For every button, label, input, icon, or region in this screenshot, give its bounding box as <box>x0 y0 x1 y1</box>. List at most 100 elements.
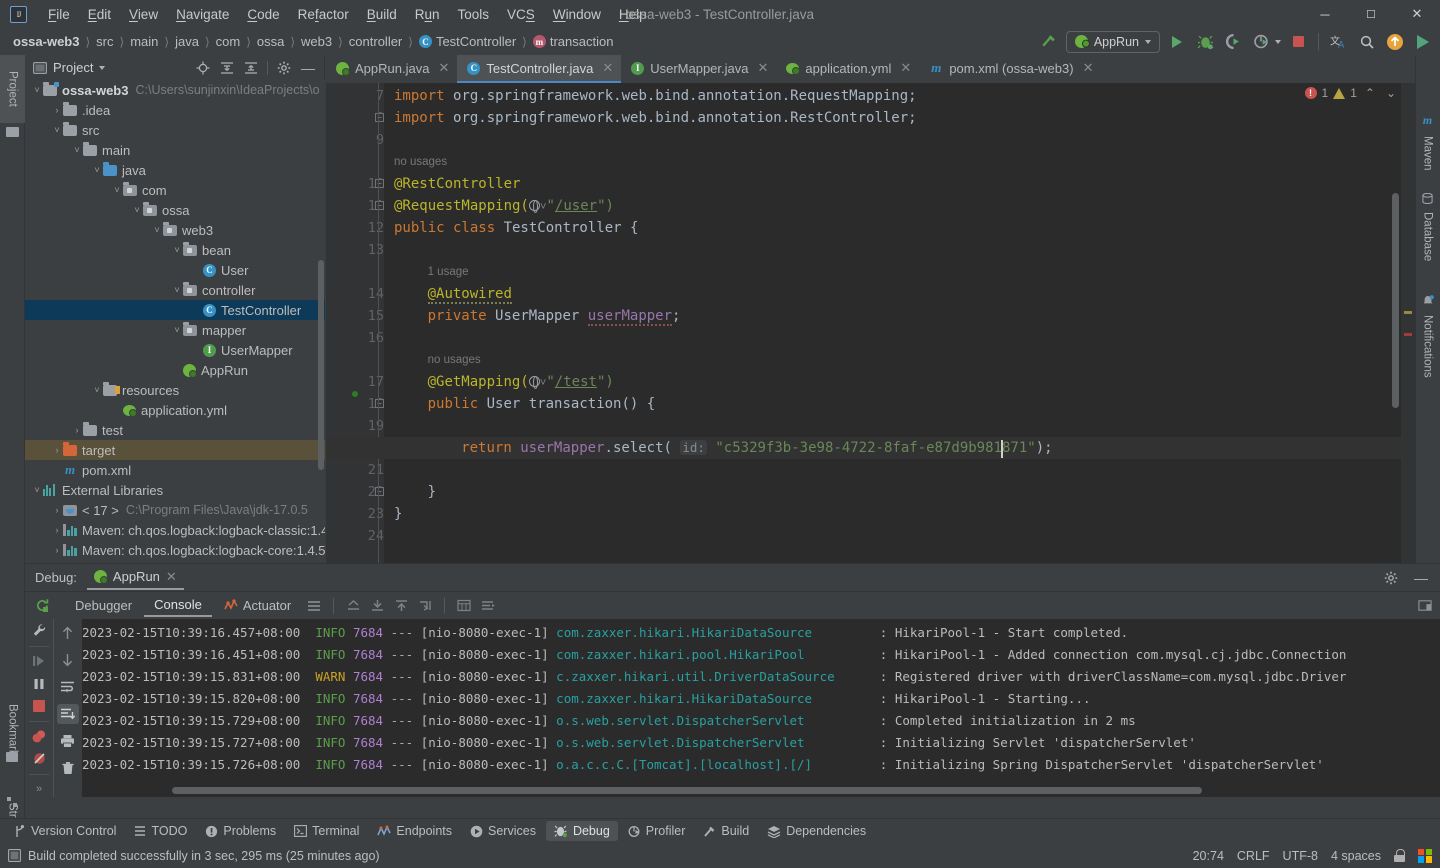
tool-window-version-control[interactable]: Version Control <box>6 821 124 841</box>
close-tab-icon[interactable]: ✕ <box>758 60 769 76</box>
inlay-usage-hint[interactable]: 1 usage <box>428 261 469 283</box>
table-icon[interactable] <box>453 595 475 617</box>
tree-expand-arrow[interactable]: ˅ <box>171 245 183 255</box>
debug-session-tab[interactable]: AppRun ✕ <box>87 566 184 590</box>
up-arrow-icon[interactable] <box>57 623 79 643</box>
more-icon[interactable]: » <box>28 782 50 798</box>
inspection-widget[interactable]: ! 1 1 ⌃ ⌄ <box>1305 86 1400 100</box>
tree-node-resources[interactable]: ˅resources <box>25 380 325 400</box>
tree-expand-arrow[interactable]: › <box>51 105 63 115</box>
tool-window-problems[interactable]: Problems <box>197 821 284 841</box>
breakpoints-icon[interactable] <box>28 729 50 745</box>
warning-marker[interactable] <box>1404 311 1412 314</box>
gear-icon[interactable] <box>273 57 295 79</box>
code-line[interactable]: import org.springframework.web.bind.anno… <box>394 85 917 107</box>
main-toolbar[interactable]: AppRun 文A <box>1038 28 1434 55</box>
url-mapping-link[interactable]: /user <box>555 198 597 214</box>
project-view-chevron-icon[interactable] <box>99 66 105 70</box>
code-editor[interactable]: 78−910−11−12131415161718−19202122−2324 i… <box>326 83 1415 563</box>
console-actions-column[interactable] <box>53 619 81 797</box>
editor-tab-bar[interactable]: AppRun.java ✕ C TestController.java ✕ I … <box>326 55 1415 83</box>
editor-tab-pomxml[interactable]: m pom.xml (ossa-web3) ✕ <box>919 55 1101 83</box>
code-line[interactable]: public User transaction() { <box>428 393 656 415</box>
stop-button[interactable] <box>1287 31 1309 53</box>
update-icon[interactable] <box>1384 31 1406 53</box>
down-arrow-icon[interactable] <box>57 650 79 670</box>
breadcrumb-item-src[interactable]: src <box>93 33 116 50</box>
tool-window-terminal[interactable]: Terminal <box>286 821 367 841</box>
tree-expand-arrow[interactable]: ˅ <box>91 165 103 175</box>
hide-panel-icon[interactable]: — <box>297 57 319 79</box>
run-with-coverage-button[interactable] <box>1222 31 1244 53</box>
tree-node-maven-ch-qos-logback-logback-classic-1-4[interactable]: ›Maven: ch.qos.logback:logback-classic:1… <box>25 520 325 540</box>
tree-node-user[interactable]: CUser <box>25 260 325 280</box>
code-line[interactable]: } <box>428 481 436 503</box>
scroll-to-top-icon[interactable] <box>390 595 412 617</box>
breadcrumb-item-controller[interactable]: controller <box>346 33 405 50</box>
tree-expand-arrow[interactable]: › <box>51 545 63 555</box>
tree-node-java[interactable]: ˅java <box>25 160 325 180</box>
rerun-icon[interactable] <box>31 595 53 617</box>
tree-node-com[interactable]: ˅com <box>25 180 325 200</box>
code-line[interactable]: } <box>394 503 402 525</box>
profiler-button[interactable] <box>1250 31 1272 53</box>
breadcrumb-item-web3[interactable]: web3 <box>298 33 335 50</box>
error-marker[interactable] <box>1404 333 1412 336</box>
breadcrumb-item-main[interactable]: main <box>127 33 161 50</box>
sidebar-tab-project[interactable]: Project <box>0 55 25 123</box>
tab-console[interactable]: Console <box>144 594 212 617</box>
tree-node-web3[interactable]: ˅web3 <box>25 220 325 240</box>
sidebar-tab-notifications[interactable]: Notifications <box>1415 281 1440 391</box>
spring-bean-gutter-icon[interactable] <box>358 221 372 235</box>
pause-icon[interactable] <box>28 676 50 692</box>
caret-position[interactable]: 20:74 <box>1193 849 1224 863</box>
tree-node-17[interactable]: ›< 17 >C:\Program Files\Java\jdk-17.0.5 <box>25 500 325 520</box>
project-tree[interactable]: ˅ossa-web3C:\Users\sunjinxin\IdeaProject… <box>25 80 325 563</box>
tree-node-application-yml[interactable]: application.yml <box>25 400 325 420</box>
spring-bean-gutter-icon[interactable] <box>358 177 372 191</box>
next-problem-icon[interactable]: ⌄ <box>1383 86 1399 100</box>
tree-expand-arrow[interactable]: ˅ <box>71 145 83 155</box>
code-line[interactable]: @GetMapping(˅"/test") <box>428 371 614 394</box>
tool-window-build[interactable]: Build <box>695 821 757 841</box>
tool-window-dependencies[interactable]: Dependencies <box>759 821 874 841</box>
code-line[interactable]: public class TestController { <box>394 217 638 239</box>
inlay-usage-hint[interactable]: no usages <box>394 151 447 173</box>
menu-refactor[interactable]: Refactor <box>289 4 358 25</box>
tool-window-services[interactable]: Services <box>462 821 544 841</box>
stop-icon[interactable] <box>28 698 50 714</box>
close-tab-icon[interactable]: ✕ <box>1083 60 1094 76</box>
tool-window-todo[interactable]: TODO <box>126 821 195 841</box>
tree-expand-arrow[interactable]: › <box>51 505 63 515</box>
tool-window-profiler[interactable]: Profiler <box>620 821 694 841</box>
tree-node-pom-xml[interactable]: mpom.xml <box>25 460 325 480</box>
resume-icon[interactable] <box>28 653 50 669</box>
translate-icon[interactable]: 文A <box>1328 31 1350 53</box>
console-output[interactable]: 2023-02-15T10:39:16.457+08:00 INFO 7684 … <box>82 619 1440 797</box>
tree-node-usermapper[interactable]: IUserMapper <box>25 340 325 360</box>
menu-view[interactable]: View <box>120 4 167 25</box>
sidebar-tab-maven[interactable]: m Maven <box>1415 111 1440 173</box>
tab-actuator[interactable]: Actuator <box>214 595 301 616</box>
tree-node-external-libraries[interactable]: ˅External Libraries <box>25 480 325 500</box>
breadcrumb-item-com[interactable]: com <box>213 33 244 50</box>
layout-icon[interactable] <box>303 595 325 617</box>
close-tab-icon[interactable]: ✕ <box>900 60 911 76</box>
tree-expand-arrow[interactable]: › <box>51 445 63 455</box>
tree-expand-arrow[interactable]: › <box>51 525 63 535</box>
menu-edit[interactable]: Edit <box>79 4 120 25</box>
tool-window-endpoints[interactable]: Endpoints <box>369 821 460 841</box>
go-to-icon[interactable] <box>414 595 436 617</box>
console-horizontal-scrollbar[interactable] <box>172 787 1202 794</box>
code-fold-icon[interactable]: − <box>375 113 384 122</box>
tree-node-apprun[interactable]: AppRun <box>25 360 325 380</box>
tree-expand-arrow[interactable]: ˅ <box>51 125 63 135</box>
menu-bar[interactable]: File Edit View Navigate Code Refactor Bu… <box>39 4 656 25</box>
tree-expand-arrow[interactable]: ˅ <box>131 205 143 215</box>
window-controls[interactable]: ─ ☐ ✕ <box>1302 0 1440 28</box>
tree-node-mapper[interactable]: ˅mapper <box>25 320 325 340</box>
gear-icon[interactable] <box>1380 567 1402 589</box>
windows-logo-icon[interactable] <box>1418 849 1432 863</box>
close-tab-icon[interactable]: ✕ <box>602 60 613 76</box>
build-hammer-icon[interactable] <box>1038 31 1060 53</box>
